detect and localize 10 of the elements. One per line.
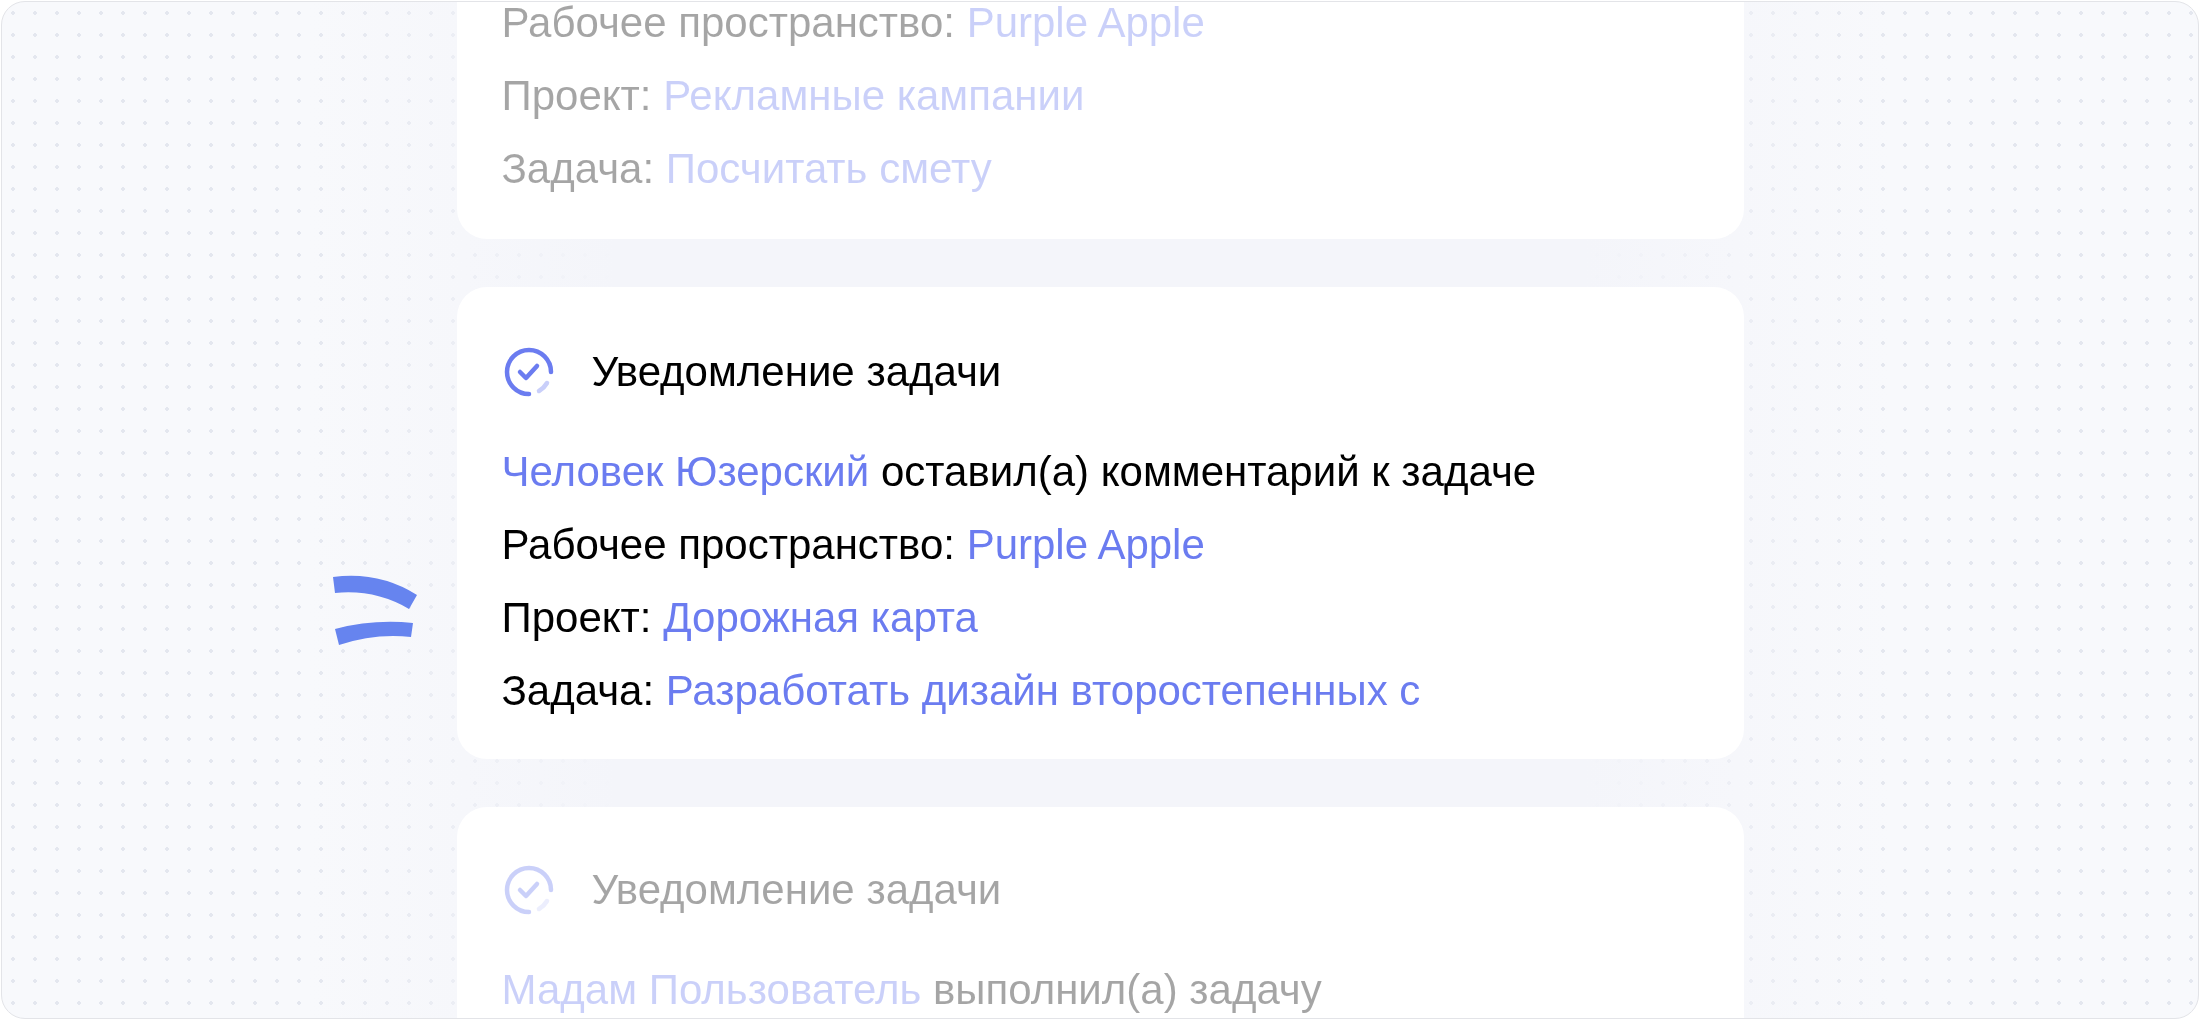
notification-line: Рабочее пространство: Purple Apple: [501, 520, 1206, 570]
link[interactable]: Разработать дизайн второстепенных с: [665, 667, 1421, 714]
notification-line: Задача: Разработать дизайн второстепенных с: [501, 666, 1422, 716]
notification-line: Человек Юзерский оставил(а) комментарий к задаче: [501, 447, 1538, 497]
notification-line: Проект: Дорожная карта: [501, 593, 979, 643]
notification-title: Уведомление задачи: [591, 347, 1002, 397]
link[interactable]: Дорожная карта: [663, 594, 978, 641]
link[interactable]: Purple Apple: [966, 521, 1205, 568]
notification-title: Уведомление задачи: [591, 865, 1002, 915]
link[interactable]: Человек Юзерский: [501, 448, 870, 495]
